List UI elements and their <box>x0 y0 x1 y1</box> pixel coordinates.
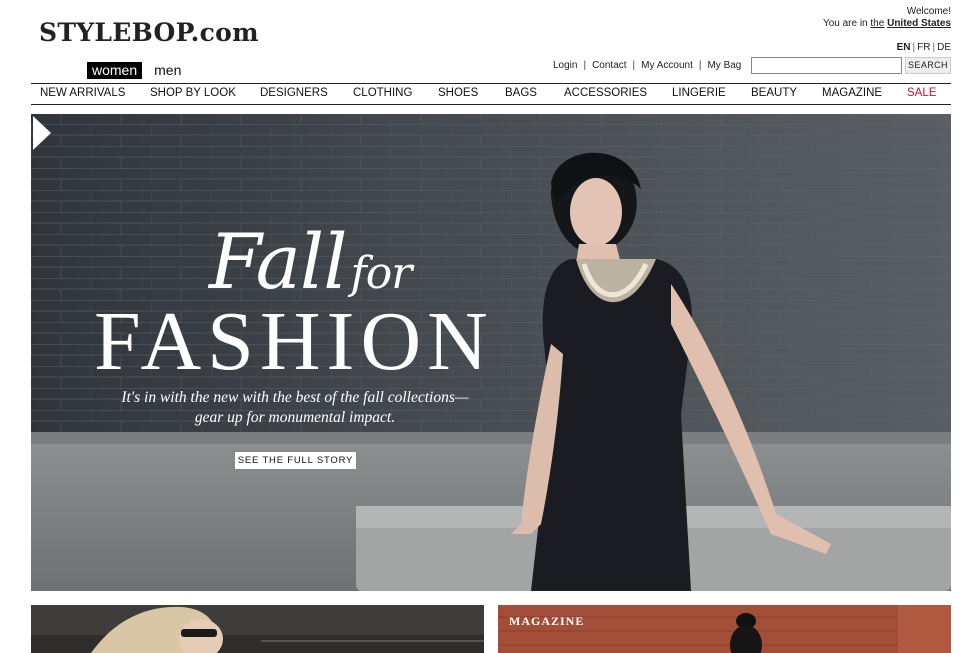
nav-clothing[interactable]: CLOTHING <box>353 87 412 99</box>
nav-bags[interactable]: BAGS <box>505 87 537 99</box>
location-country-link[interactable]: United States <box>887 18 951 29</box>
search-input[interactable] <box>751 57 902 74</box>
promo-left-photo <box>31 605 484 653</box>
site-logo[interactable]: STYLEBOP.com <box>39 18 259 47</box>
main-navigation: NEW ARRIVALS SHOP BY LOOK DESIGNERS CLOT… <box>31 83 951 105</box>
nav-sale[interactable]: SALE <box>907 87 936 99</box>
hero-subtitle: It's in with the new with the best of th… <box>95 388 495 428</box>
nav-beauty[interactable]: BEAUTY <box>751 87 797 99</box>
lang-de[interactable]: DE <box>937 42 951 53</box>
location-prefix: You are in <box>822 18 868 29</box>
utility-links: Login | Contact | My Account | My Bag <box>553 59 742 71</box>
my-account-link[interactable]: My Account <box>641 60 693 71</box>
gender-women-tab[interactable]: women <box>87 62 143 79</box>
lang-fr[interactable]: FR <box>917 42 930 53</box>
promo-tile-magazine[interactable]: MAGAZINE <box>498 605 951 653</box>
hero-banner[interactable]: Fallfor FASHION It's in with the new wit… <box>31 114 951 591</box>
nav-shoes[interactable]: SHOES <box>438 87 478 99</box>
nav-new-arrivals[interactable]: NEW ARRIVALS <box>40 87 125 99</box>
hero-title-fall: Fall <box>209 217 347 306</box>
welcome-text: Welcome! <box>906 6 951 17</box>
my-bag-link[interactable]: My Bag <box>707 60 741 71</box>
location-the: the <box>870 18 885 29</box>
lang-en[interactable]: EN <box>897 42 911 53</box>
location-text: You are in the United States <box>823 18 951 30</box>
nav-magazine[interactable]: MAGAZINE <box>822 87 882 99</box>
hero-subtitle-line1: It's in with the new with the best of th… <box>121 389 469 406</box>
gender-men-tab[interactable]: men <box>154 63 181 78</box>
login-link[interactable]: Login <box>553 60 577 71</box>
gender-switcher: women men <box>87 62 181 79</box>
hero-subtitle-line2: gear up for monumental impact. <box>194 409 396 426</box>
nav-shop-by-look[interactable]: SHOP BY LOOK <box>150 87 236 99</box>
see-full-story-button[interactable]: SEE THE FULL STORY <box>233 450 358 471</box>
language-switcher: EN | FR | DE <box>896 42 951 53</box>
nav-lingerie[interactable]: LINGERIE <box>672 87 726 99</box>
chevron-right-icon[interactable] <box>31 114 53 152</box>
contact-link[interactable]: Contact <box>592 60 626 71</box>
promo-label-magazine: MAGAZINE <box>509 614 585 628</box>
hero-title-for: for <box>350 248 413 299</box>
search-button[interactable]: SEARCH <box>905 57 951 74</box>
hero-title-fashion: FASHION <box>94 295 494 388</box>
welcome-box: Welcome! You are in the United States <box>823 6 951 30</box>
nav-designers[interactable]: DESIGNERS <box>260 87 328 99</box>
nav-accessories[interactable]: ACCESSORIES <box>564 87 647 99</box>
promo-tile-left[interactable] <box>31 605 484 653</box>
promo-right-photo <box>498 605 951 653</box>
